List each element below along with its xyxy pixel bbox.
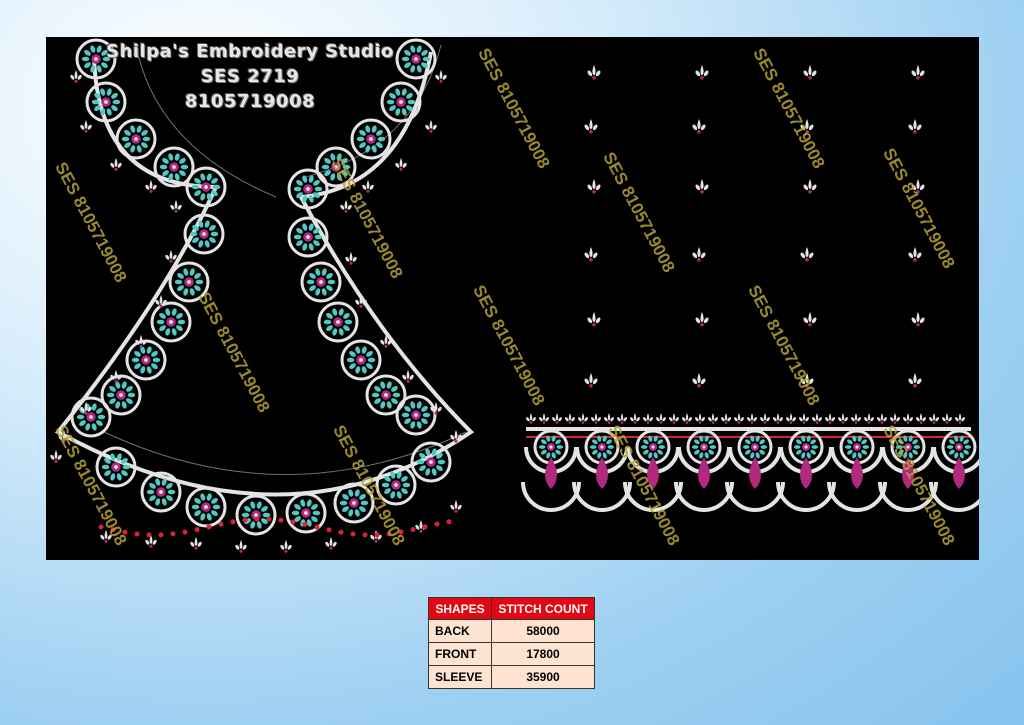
- studio-name: Shilpa's Embroidery Studio: [106, 41, 394, 62]
- shape-cell: SLEEVE: [428, 665, 492, 689]
- count-cell: 35900: [491, 665, 595, 689]
- count-cell: 58000: [491, 619, 595, 643]
- stitch-count-column-header: STITCH COUNT: [491, 597, 595, 620]
- design-code: SES 2719: [200, 66, 300, 87]
- studio-phone: 8105719008: [184, 91, 316, 112]
- shape-cell: BACK: [428, 619, 492, 643]
- shapes-column-header: SHAPES: [428, 597, 492, 620]
- table-header-row: SHAPES STITCH COUNT: [428, 597, 595, 620]
- embroidery-design-panel: Shilpa's Embroidery Studio SES 2719 8105…: [46, 37, 979, 560]
- table-row: BACK 58000: [428, 619, 595, 643]
- table-row: SLEEVE 35900: [428, 665, 595, 689]
- stitch-count-table: SHAPES STITCH COUNT BACK 58000 FRONT 178…: [428, 597, 595, 689]
- shape-cell: FRONT: [428, 642, 492, 666]
- count-cell: 17800: [491, 642, 595, 666]
- studio-header: Shilpa's Embroidery Studio SES 2719 8105…: [70, 39, 430, 114]
- neckline-design: [50, 38, 475, 553]
- table-row: FRONT 17800: [428, 642, 595, 666]
